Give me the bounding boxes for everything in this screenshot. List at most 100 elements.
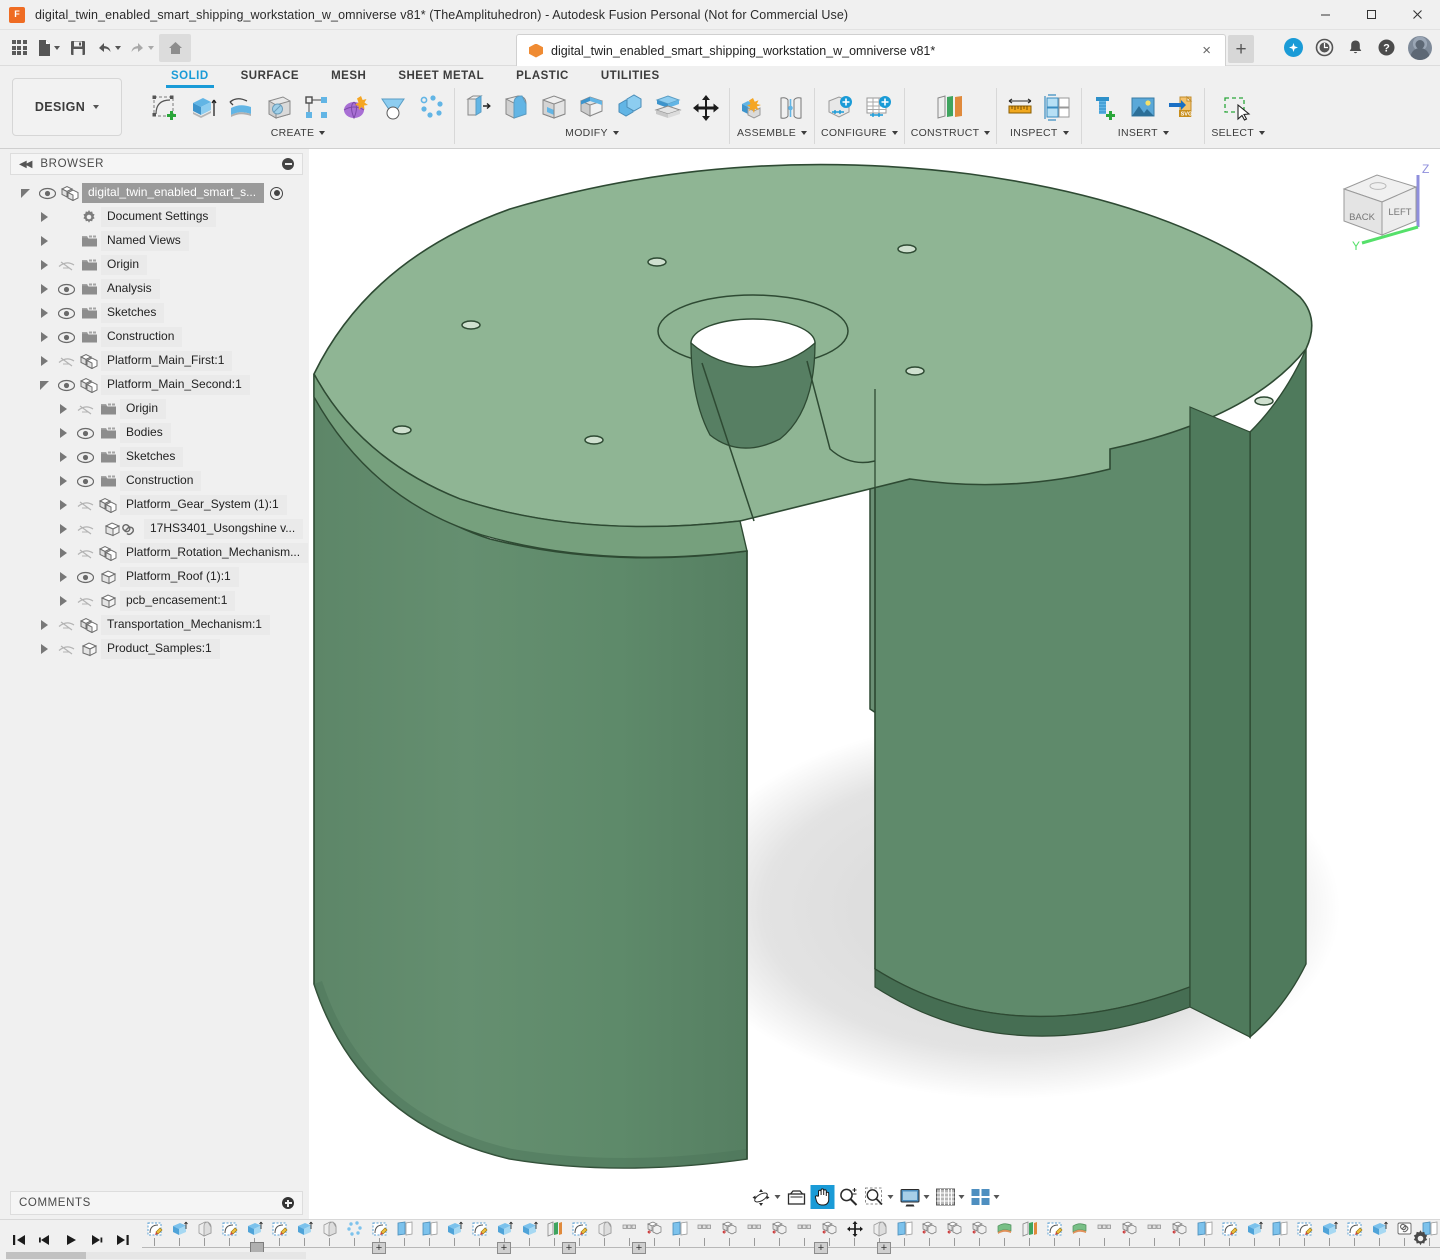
- visibility-off-icon[interactable]: [74, 499, 96, 512]
- form-icon[interactable]: [338, 90, 372, 126]
- tree-node[interactable]: Named Views: [0, 229, 309, 253]
- insert-image-icon[interactable]: [1126, 90, 1160, 126]
- timeline-feature[interactable]: [317, 1220, 342, 1254]
- tree-node[interactable]: Platform_Gear_System (1):1: [0, 493, 309, 517]
- timeline-feature[interactable]: [192, 1220, 217, 1254]
- timeline-feature[interactable]: [917, 1220, 942, 1254]
- timeline-group-marker[interactable]: [877, 1242, 891, 1254]
- timeline-feature[interactable]: [217, 1220, 242, 1254]
- tab-plastic[interactable]: PLASTIC: [500, 66, 585, 85]
- timeline-track[interactable]: [142, 1220, 1440, 1260]
- timeline-group-marker[interactable]: [497, 1242, 511, 1254]
- visibility-on-icon[interactable]: [55, 331, 77, 344]
- collapse-icon[interactable]: ◀◀: [19, 159, 30, 170]
- expander-closed-icon[interactable]: [52, 500, 74, 510]
- expander-closed-icon[interactable]: [52, 596, 74, 606]
- new-file-icon[interactable]: [34, 34, 63, 62]
- timeline-feature[interactable]: [1292, 1220, 1317, 1254]
- timeline-feature[interactable]: [1167, 1220, 1192, 1254]
- timeline-feature[interactable]: [742, 1220, 767, 1254]
- tree-node[interactable]: Analysis: [0, 277, 309, 301]
- visibility-off-icon[interactable]: [74, 523, 96, 536]
- visibility-off-icon[interactable]: [55, 619, 77, 632]
- rectangular-pattern-icon[interactable]: [300, 90, 334, 126]
- timeline-feature[interactable]: [1342, 1220, 1367, 1254]
- tree-node[interactable]: Platform_Rotation_Mechanism...: [0, 541, 309, 565]
- document-tab[interactable]: digital_twin_enabled_smart_shipping_work…: [516, 34, 1226, 66]
- shell-icon[interactable]: [537, 90, 571, 126]
- timeline-feature[interactable]: [892, 1220, 917, 1254]
- pan-icon[interactable]: [811, 1185, 835, 1209]
- split-body-icon[interactable]: [651, 90, 685, 126]
- visibility-on-icon[interactable]: [36, 187, 58, 200]
- tree-node[interactable]: Sketches: [0, 301, 309, 325]
- expander-open-icon[interactable]: [33, 381, 55, 390]
- expander-closed-icon[interactable]: [52, 548, 74, 558]
- timeline-feature[interactable]: [992, 1220, 1017, 1254]
- timeline-feature[interactable]: [1367, 1220, 1392, 1254]
- timeline-feature[interactable]: [342, 1220, 367, 1254]
- timeline-feature[interactable]: [767, 1220, 792, 1254]
- go-to-end-icon[interactable]: [112, 1228, 134, 1252]
- expander-closed-icon[interactable]: [33, 212, 55, 222]
- expander-closed-icon[interactable]: [52, 524, 74, 534]
- tree-node[interactable]: pcb_encasement:1: [0, 589, 309, 613]
- combine-icon[interactable]: [613, 90, 647, 126]
- tree-node[interactable]: digital_twin_enabled_smart_s...: [0, 181, 309, 205]
- timeline-feature[interactable]: [417, 1220, 442, 1254]
- expander-closed-icon[interactable]: [52, 476, 74, 486]
- zoom-window-icon[interactable]: [863, 1185, 896, 1209]
- view-cube[interactable]: Z Y BACK LEFT: [1322, 157, 1432, 257]
- timeline-group-marker[interactable]: [562, 1242, 576, 1254]
- expander-closed-icon[interactable]: [33, 644, 55, 654]
- press-pull-icon[interactable]: [461, 90, 495, 126]
- tab-solid[interactable]: SOLID: [155, 66, 225, 85]
- visibility-off-icon[interactable]: [74, 403, 96, 416]
- chevron-down-icon[interactable]: [613, 131, 619, 135]
- tree-node[interactable]: Product_Samples:1: [0, 637, 309, 661]
- expander-closed-icon[interactable]: [52, 428, 74, 438]
- step-forward-icon[interactable]: [86, 1228, 108, 1252]
- timeline-feature[interactable]: [1317, 1220, 1342, 1254]
- tab-sheet-metal[interactable]: SHEET METAL: [382, 66, 500, 85]
- 3d-canvas[interactable]: Z Y BACK LEFT: [310, 149, 1440, 1219]
- chevron-down-icon[interactable]: [892, 131, 898, 135]
- minimize-button[interactable]: [1302, 0, 1348, 30]
- expander-closed-icon[interactable]: [33, 260, 55, 270]
- tree-node[interactable]: Construction: [0, 325, 309, 349]
- home-icon[interactable]: [159, 34, 191, 62]
- notifications-icon[interactable]: [1346, 38, 1365, 57]
- timeline-scrollbar[interactable]: [6, 1252, 306, 1259]
- chevron-down-icon[interactable]: [801, 131, 807, 135]
- move-copy-icon[interactable]: [689, 90, 723, 126]
- sweep-icon[interactable]: [262, 90, 296, 126]
- extensions-icon[interactable]: [1284, 38, 1303, 57]
- account-avatar[interactable]: [1408, 36, 1432, 60]
- expander-closed-icon[interactable]: [52, 404, 74, 414]
- timeline-feature[interactable]: [592, 1220, 617, 1254]
- look-at-icon[interactable]: [785, 1185, 809, 1209]
- model-3d-view[interactable]: [310, 149, 1439, 1196]
- workspace-switcher[interactable]: DESIGN: [12, 78, 122, 136]
- tree-node[interactable]: Origin: [0, 397, 309, 421]
- play-icon[interactable]: [60, 1228, 82, 1252]
- go-to-beginning-icon[interactable]: [8, 1228, 30, 1252]
- activate-component-radio[interactable]: [270, 187, 283, 200]
- joint-icon[interactable]: [774, 90, 808, 126]
- tree-node[interactable]: Sketches: [0, 445, 309, 469]
- tab-surface[interactable]: SURFACE: [225, 66, 315, 85]
- timeline-feature[interactable]: [442, 1220, 467, 1254]
- offset-plane-icon[interactable]: [926, 90, 976, 126]
- visibility-off-icon[interactable]: [55, 259, 77, 272]
- redo-icon[interactable]: [126, 34, 157, 62]
- expander-closed-icon[interactable]: [33, 284, 55, 294]
- visibility-off-icon[interactable]: [74, 547, 96, 560]
- tree-node[interactable]: Platform_Roof (1):1: [0, 565, 309, 589]
- timeline-feature[interactable]: [392, 1220, 417, 1254]
- expander-open-icon[interactable]: [14, 189, 36, 198]
- expander-closed-icon[interactable]: [33, 620, 55, 630]
- expander-closed-icon[interactable]: [33, 356, 55, 366]
- extrude-icon[interactable]: [186, 90, 220, 126]
- tree-node[interactable]: Origin: [0, 253, 309, 277]
- expander-closed-icon[interactable]: [52, 572, 74, 582]
